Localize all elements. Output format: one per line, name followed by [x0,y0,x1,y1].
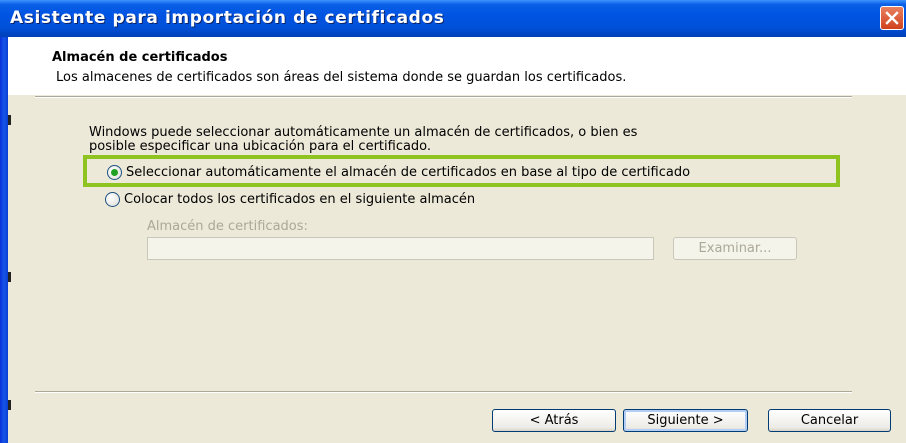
intro-line: posible especificar una ubicación para e… [89,139,432,154]
cancel-button[interactable]: Cancelar [768,409,891,432]
footer-divider [35,391,852,393]
intro-line: Windows puede seleccionar automáticament… [89,125,638,140]
radio-button-unchecked[interactable] [105,192,120,207]
browse-button[interactable]: Examinar... [673,237,797,260]
close-icon [885,11,899,25]
radio-label-auto: Seleccionar automáticamente el almacén d… [126,165,691,180]
wizard-header: Almacén de certificados Los almacenes de… [8,37,906,95]
close-button[interactable] [880,6,904,30]
radio-button-checked[interactable] [107,165,122,180]
header-divider [35,96,852,98]
border-mark [8,400,11,410]
border-mark [8,272,11,282]
intro-text: Windows puede seleccionar automáticament… [89,126,789,154]
radio-option-manual[interactable]: Colocar todos los certificados en el sig… [105,192,475,207]
page-description: Los almacenes de certificados son áreas … [56,70,627,85]
back-button[interactable]: < Atrás [492,409,616,432]
next-button[interactable]: Siguiente > [623,409,748,432]
certificate-import-wizard: Asistente para importación de certificad… [0,0,906,443]
store-field[interactable] [147,237,654,260]
page-title: Almacén de certificados [52,50,228,65]
title-bar[interactable]: Asistente para importación de certificad… [0,0,906,38]
window-left-border [0,37,8,443]
radio-option-auto[interactable]: Seleccionar automáticamente el almacén d… [107,165,690,180]
store-label: Almacén de certificados: [147,219,308,234]
radio-label-manual: Colocar todos los certificados en el sig… [124,192,476,207]
window-title: Asistente para importación de certificad… [10,8,445,28]
border-mark [8,115,11,125]
